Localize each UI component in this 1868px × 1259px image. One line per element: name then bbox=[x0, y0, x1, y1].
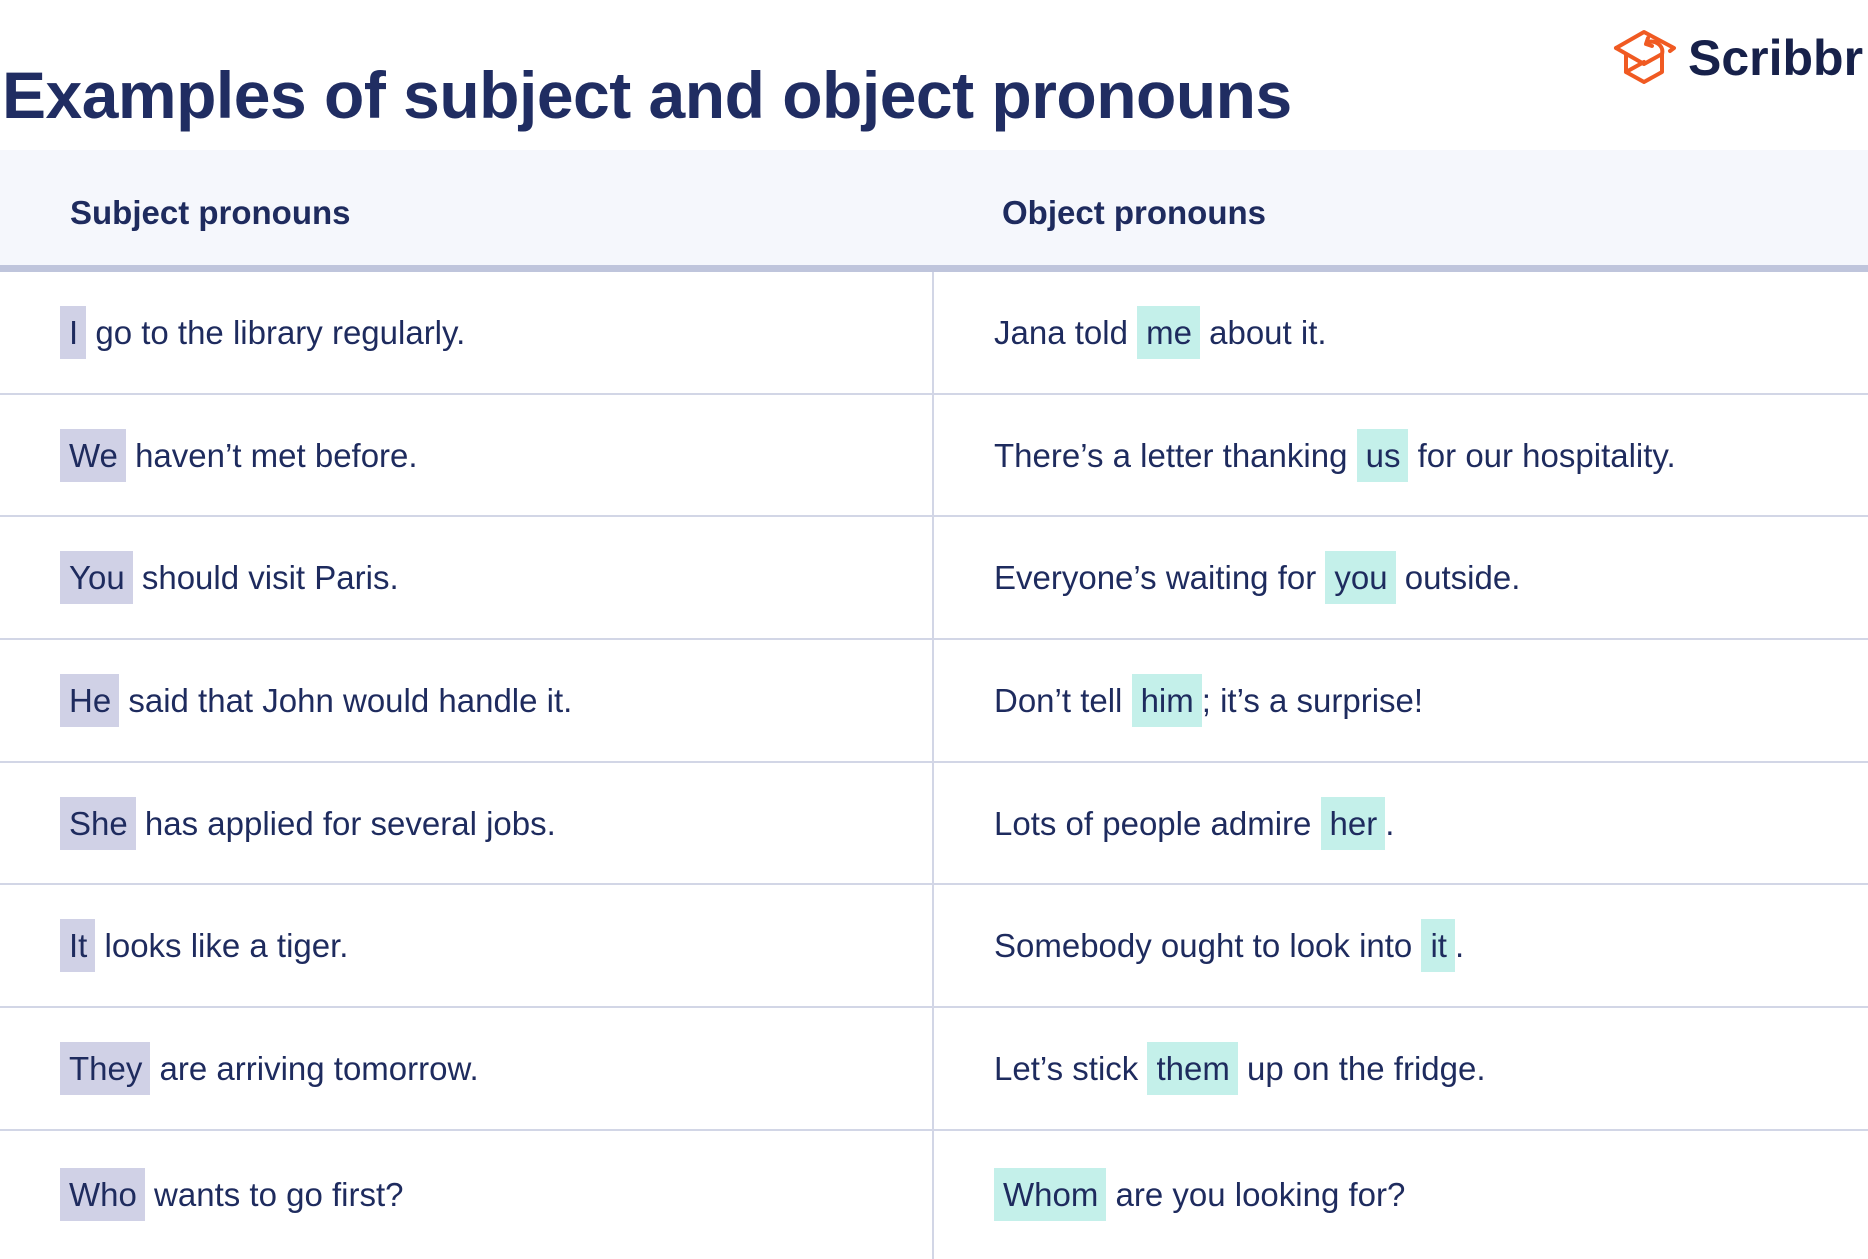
subject-example-cell: He said that John would handle it. bbox=[0, 640, 934, 761]
table-row: He said that John would handle it. Don’t … bbox=[0, 640, 1868, 763]
pronouns-table: Subject pronouns Object pronouns I go to… bbox=[0, 150, 1868, 1259]
object-example-cell: Lots of people admire her. bbox=[934, 763, 1394, 884]
object-text-after: for our hospitality. bbox=[1408, 436, 1676, 474]
object-pronoun-highlight: us bbox=[1356, 428, 1409, 482]
object-example-cell: Everyone’s waiting for you outside. bbox=[934, 517, 1520, 638]
subject-pronoun-highlight: He bbox=[60, 673, 120, 727]
header-object-pronouns: Object pronouns bbox=[1002, 193, 1266, 231]
object-pronoun-highlight: her bbox=[1320, 796, 1386, 850]
table-row: She has applied for several jobs. Lots of… bbox=[0, 762, 1868, 886]
object-text-after: outside. bbox=[1395, 559, 1521, 597]
header-subject-pronouns: Subject pronouns bbox=[70, 193, 351, 231]
subject-pronoun-highlight: Who bbox=[60, 1168, 145, 1222]
subject-example-cell: We haven’t met before. bbox=[0, 394, 934, 516]
object-text-after: . bbox=[1454, 927, 1465, 965]
object-text-before: Somebody ought to look into bbox=[994, 927, 1422, 965]
subject-text-after: haven’t met before. bbox=[125, 436, 418, 474]
object-text-before: Lots of people admire bbox=[994, 804, 1321, 842]
object-pronoun-highlight: you bbox=[1325, 551, 1396, 605]
object-pronoun-highlight: it bbox=[1421, 919, 1455, 973]
table-body: I go to the library regularly. Jana told … bbox=[0, 272, 1868, 1259]
table-row: It looks like a tiger. Somebody ought to … bbox=[0, 885, 1868, 1009]
object-pronoun-highlight: Whom bbox=[994, 1168, 1107, 1222]
object-text-before: Jana told bbox=[994, 313, 1138, 351]
subject-pronoun-highlight: I bbox=[60, 305, 87, 359]
subject-example-cell: You should visit Paris. bbox=[0, 517, 934, 639]
object-example-cell: Whom are you looking for? bbox=[934, 1131, 1405, 1259]
subject-example-cell: Who wants to go first? bbox=[0, 1130, 934, 1259]
subject-pronoun-highlight: You bbox=[60, 551, 133, 605]
object-text-after: . bbox=[1385, 804, 1395, 842]
subject-text-after: go to the library regularly. bbox=[86, 313, 466, 351]
object-pronoun-highlight: me bbox=[1137, 305, 1200, 359]
subject-pronoun-highlight: It bbox=[60, 919, 96, 973]
logo-text: Scribbr bbox=[1688, 30, 1864, 86]
subject-text-after: wants to go first? bbox=[144, 1176, 404, 1214]
table-row: They are arriving tomorrow. Let’s stick t… bbox=[0, 1008, 1868, 1131]
object-example-cell: Somebody ought to look into it. bbox=[934, 885, 1464, 1006]
table-row: I go to the library regularly. Jana told … bbox=[0, 272, 1868, 395]
object-pronoun-highlight: them bbox=[1147, 1041, 1238, 1095]
object-text-before: Everyone’s waiting for bbox=[994, 559, 1326, 597]
object-example-cell: Jana told me about it. bbox=[934, 272, 1327, 393]
graduation-cap-icon bbox=[1612, 26, 1682, 91]
subject-example-cell: I go to the library regularly. bbox=[0, 272, 934, 393]
object-example-cell: Don’t tell him; it’s a surprise! bbox=[934, 640, 1423, 761]
object-pronoun-highlight: him bbox=[1131, 673, 1202, 727]
object-example-cell: There’s a letter thanking us for our hos… bbox=[934, 395, 1676, 516]
subject-text-after: said that John would handle it. bbox=[119, 681, 573, 719]
subject-pronoun-highlight: They bbox=[60, 1041, 151, 1095]
subject-text-after: looks like a tiger. bbox=[95, 927, 349, 965]
object-text-after: are you looking for? bbox=[1106, 1176, 1406, 1214]
object-text-after: ; it’s a surprise! bbox=[1201, 681, 1424, 719]
table-row: You should visit Paris. Everyone’s waitin… bbox=[0, 517, 1868, 641]
subject-text-after: has applied for several jobs. bbox=[135, 804, 556, 842]
table-header: Subject pronouns Object pronouns bbox=[0, 150, 1868, 272]
scribbr-logo[interactable]: Scribbr bbox=[1612, 29, 1864, 86]
subject-pronoun-highlight: We bbox=[60, 428, 126, 482]
table-row: We haven’t met before. There’s a letter t… bbox=[0, 394, 1868, 518]
subject-example-cell: She has applied for several jobs. bbox=[0, 762, 934, 884]
object-text-before: Don’t tell bbox=[994, 681, 1132, 719]
table-row: Who wants to go first? Whom are you looki… bbox=[0, 1130, 1868, 1259]
subject-example-cell: It looks like a tiger. bbox=[0, 885, 934, 1007]
object-text-after: up on the fridge. bbox=[1237, 1049, 1486, 1087]
object-text-after: about it. bbox=[1199, 313, 1327, 351]
object-example-cell: Let’s stick them up on the fridge. bbox=[934, 1008, 1486, 1129]
subject-text-after: should visit Paris. bbox=[132, 559, 399, 597]
page-title: Examples of subject and object pronouns bbox=[2, 58, 1292, 133]
object-text-before: Let’s stick bbox=[994, 1049, 1148, 1087]
subject-pronoun-highlight: She bbox=[60, 796, 136, 850]
subject-text-after: are arriving tomorrow. bbox=[150, 1049, 479, 1087]
object-text-before: There’s a letter thanking bbox=[994, 436, 1357, 474]
subject-example-cell: They are arriving tomorrow. bbox=[0, 1008, 934, 1129]
